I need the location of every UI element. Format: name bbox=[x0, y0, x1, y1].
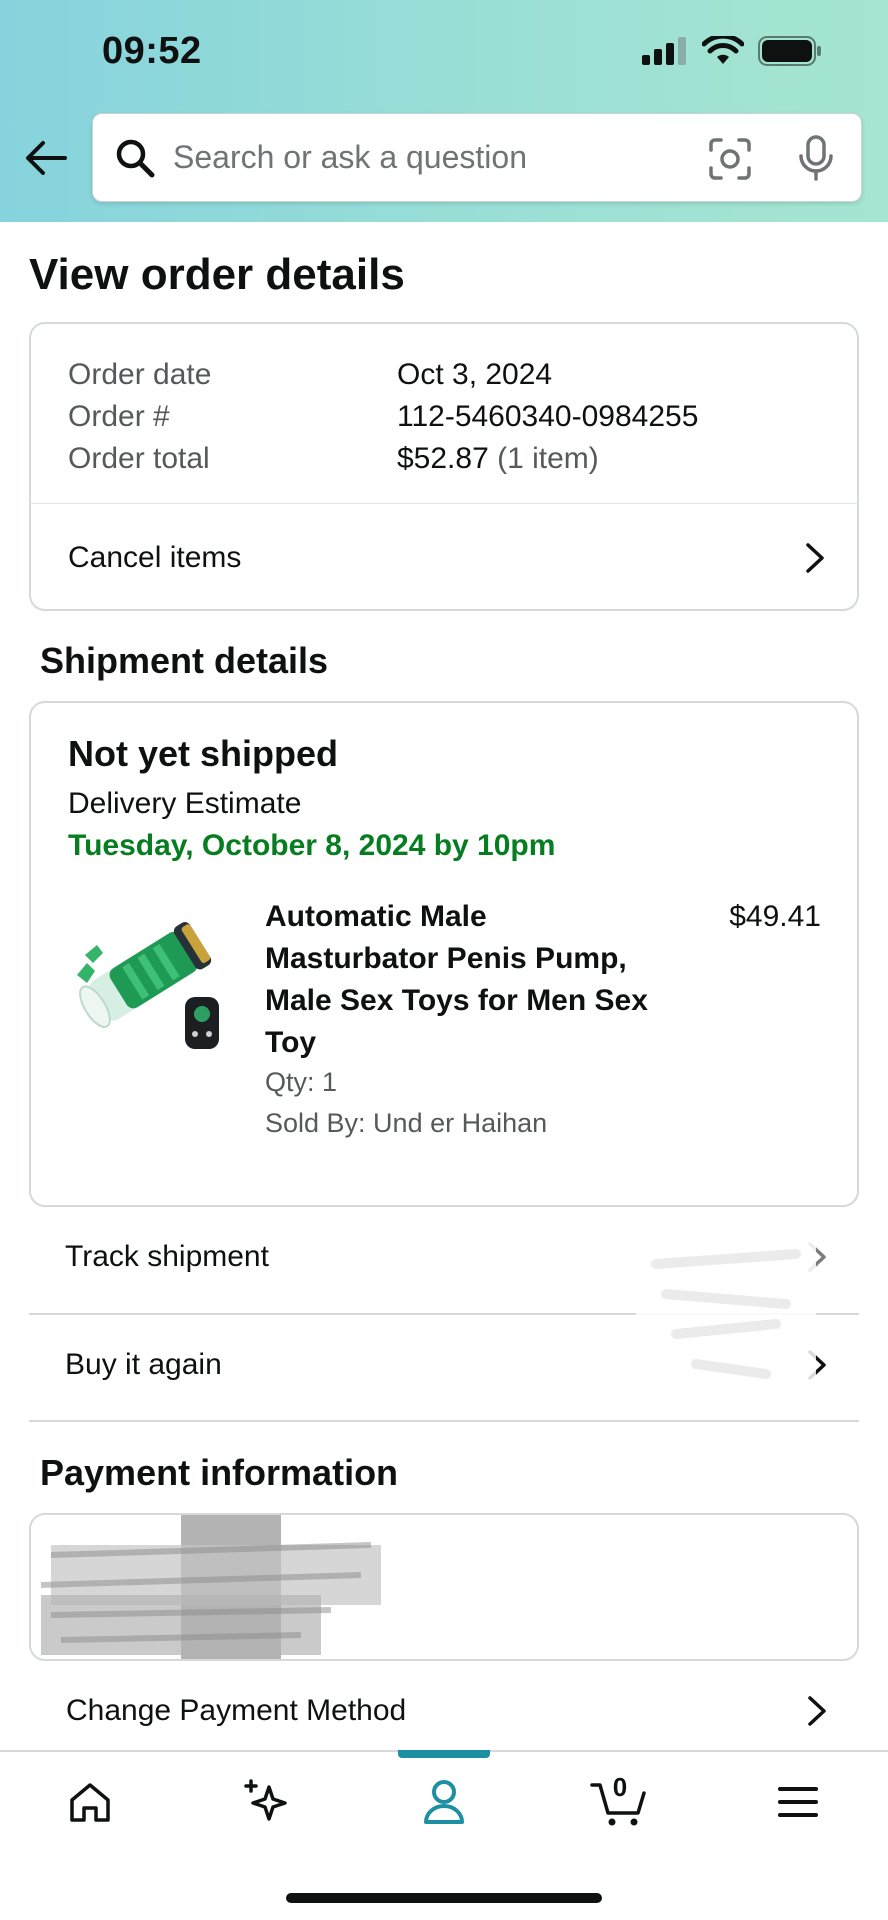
buy-again-label: Buy it again bbox=[65, 1348, 222, 1381]
shipment-card: Not yet shipped Delivery Estimate Tuesda… bbox=[29, 701, 859, 1207]
nav-home[interactable] bbox=[40, 1752, 140, 1852]
chevron-right-icon bbox=[806, 542, 824, 573]
home-icon bbox=[70, 1783, 110, 1822]
nav-ai-assistant[interactable] bbox=[216, 1752, 316, 1852]
wifi-icon bbox=[702, 36, 744, 64]
chevron-right-icon bbox=[808, 1696, 826, 1726]
nav-cart[interactable]: 0 bbox=[570, 1752, 670, 1852]
order-summary-card: Order date Oct 3, 2024 Order # 112-54603… bbox=[29, 322, 859, 611]
microphone-icon[interactable] bbox=[793, 134, 839, 182]
back-button[interactable] bbox=[22, 134, 70, 182]
order-total-label: Order total bbox=[68, 442, 210, 475]
order-number-label: Order # bbox=[68, 400, 170, 433]
track-shipment-label: Track shipment bbox=[65, 1240, 269, 1273]
order-date-label: Order date bbox=[68, 358, 212, 391]
battery-icon bbox=[758, 36, 821, 66]
redaction-scribble bbox=[40, 1515, 381, 1659]
header-background: 09:52 bbox=[0, 0, 888, 222]
arrow-left-icon bbox=[26, 141, 67, 175]
product-seller: Sold By: Und er Haihan bbox=[265, 1108, 548, 1138]
search-input[interactable] bbox=[173, 139, 673, 176]
home-indicator bbox=[286, 1893, 602, 1903]
change-payment-method-button[interactable]: Change Payment Method bbox=[29, 1662, 859, 1760]
page-title: View order details bbox=[29, 250, 405, 299]
order-number-value: 112-5460340-0984255 bbox=[397, 400, 699, 433]
product-quantity: Qty: 1 bbox=[265, 1067, 338, 1097]
change-payment-method-label: Change Payment Method bbox=[66, 1694, 407, 1727]
order-date-value: Oct 3, 2024 bbox=[397, 358, 553, 391]
camera-scan-icon[interactable] bbox=[707, 136, 753, 182]
cancel-items-label: Cancel items bbox=[68, 540, 242, 574]
cancel-items-button[interactable]: Cancel items bbox=[31, 504, 857, 611]
search-bar[interactable] bbox=[92, 113, 862, 202]
signal-icon bbox=[642, 37, 686, 65]
payment-section-title: Payment information bbox=[40, 1452, 399, 1493]
shipment-section-title: Shipment details bbox=[40, 640, 329, 681]
order-total-value: $52.87 (1 item) bbox=[397, 438, 599, 480]
redaction-scribble bbox=[636, 1214, 816, 1394]
product-image[interactable] bbox=[67, 893, 227, 1053]
delivery-estimate-label: Delivery Estimate bbox=[68, 787, 302, 820]
nav-menu[interactable] bbox=[748, 1752, 848, 1852]
shipment-status: Not yet shipped bbox=[68, 733, 339, 774]
delivery-date: Tuesday, October 8, 2024 by 10pm bbox=[68, 829, 556, 862]
sparkle-icon bbox=[244, 1779, 287, 1821]
search-icon bbox=[113, 136, 157, 180]
product-price: $49.41 bbox=[729, 900, 821, 933]
status-time: 09:52 bbox=[102, 30, 202, 72]
cart-count: 0 bbox=[612, 1772, 628, 1802]
divider bbox=[29, 1420, 859, 1422]
order-item-count: (1 item) bbox=[488, 442, 599, 475]
menu-icon bbox=[778, 1787, 818, 1817]
account-icon bbox=[424, 1780, 464, 1824]
payment-card bbox=[29, 1513, 859, 1661]
product-title[interactable]: Automatic Male Masturbator Penis Pump, M… bbox=[265, 896, 655, 1064]
nav-account[interactable] bbox=[394, 1752, 494, 1852]
status-icons bbox=[642, 36, 822, 66]
order-total-amount: $52.87 bbox=[397, 442, 489, 475]
